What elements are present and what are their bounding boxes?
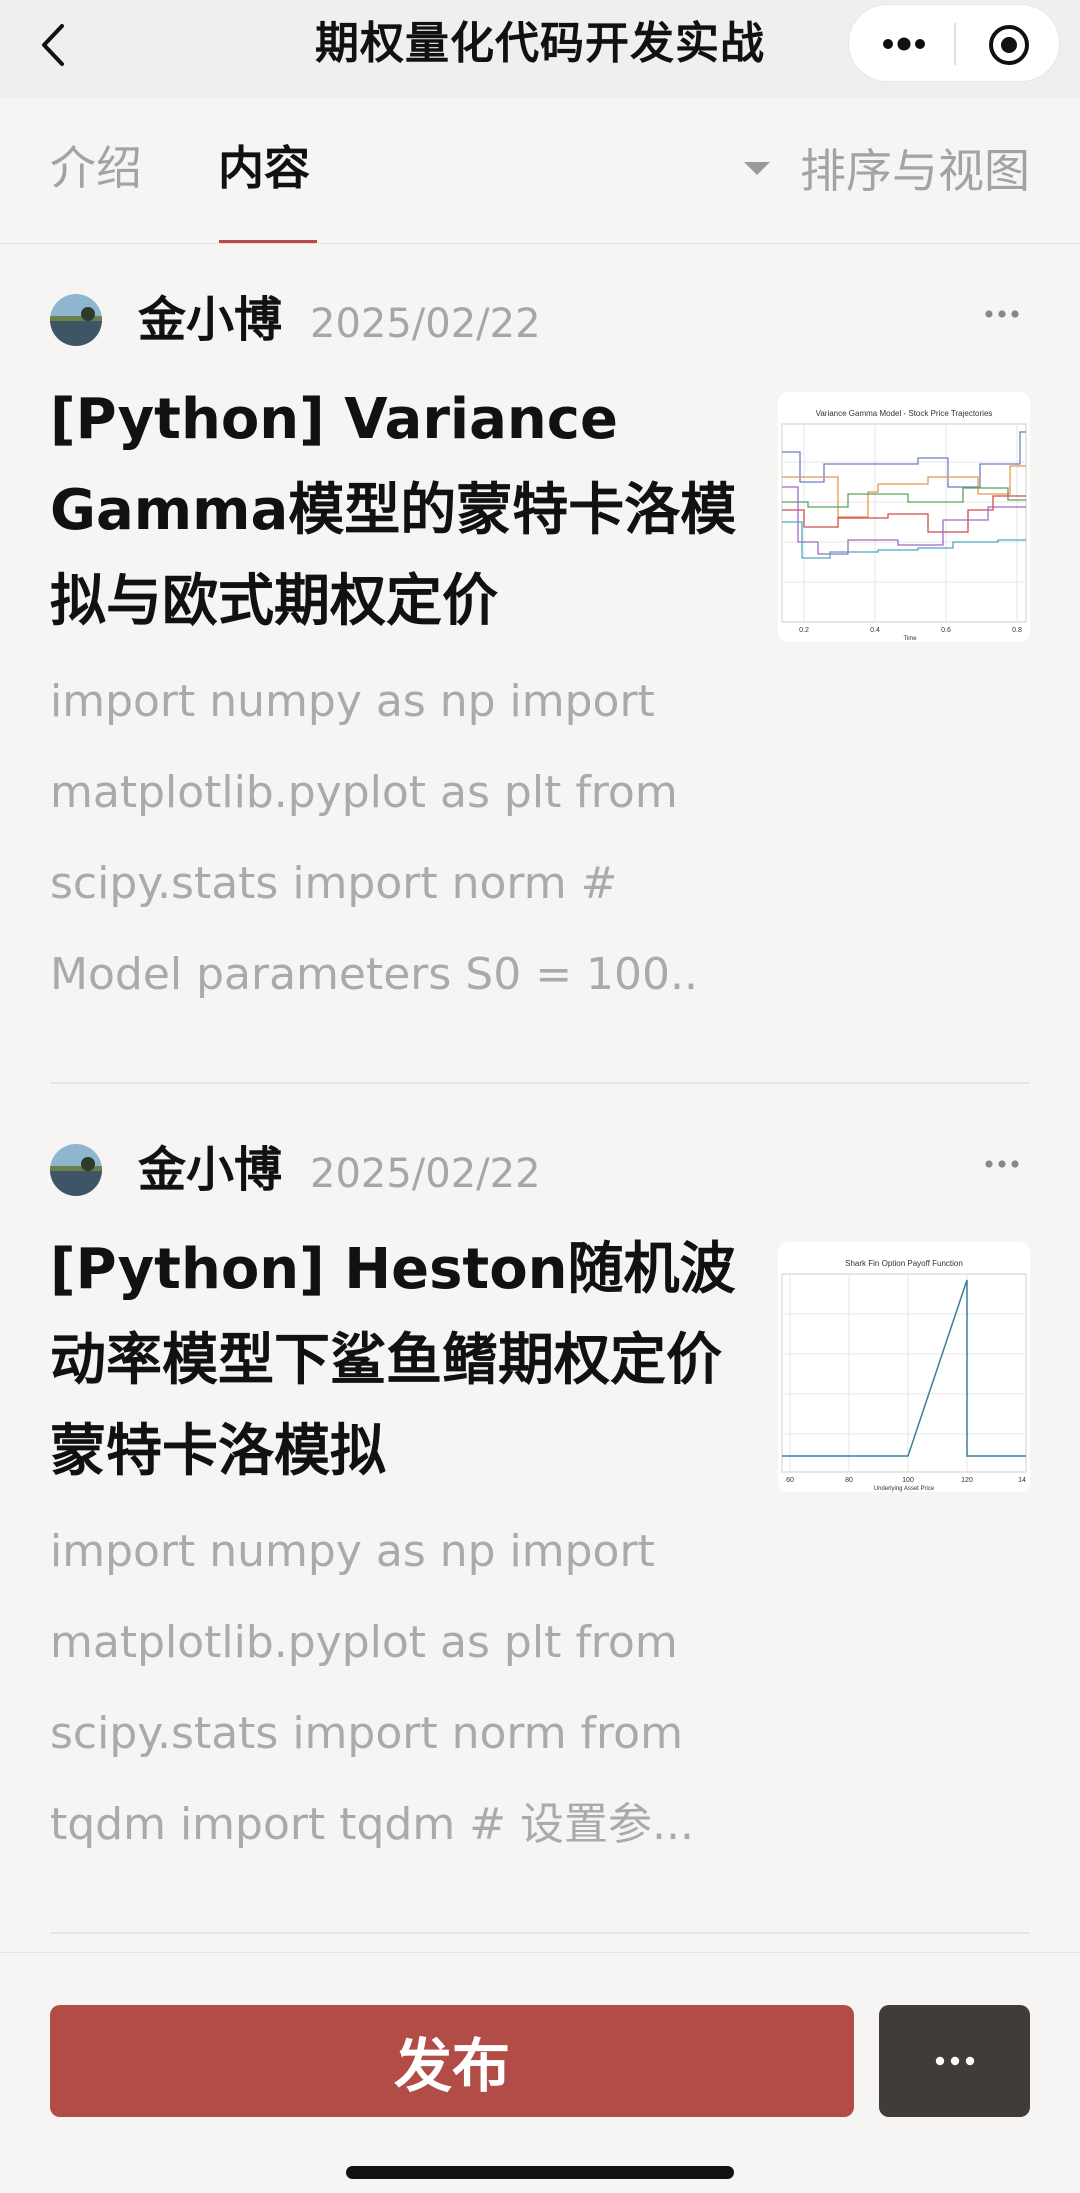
tab-bar: 介绍 内容 排序与视图	[0, 98, 1080, 244]
thumb-tick: 0.8	[1012, 627, 1022, 634]
article-more-icon[interactable]	[984, 306, 1020, 320]
close-target-icon[interactable]	[987, 23, 1031, 67]
author-name: 金小博	[138, 292, 283, 348]
tab-content[interactable]: 内容	[218, 138, 310, 198]
article-thumbnail[interactable]: Variance Gamma Model - Stock Price Traje…	[778, 392, 1030, 642]
more-dots-icon	[935, 2056, 974, 2066]
publish-date: 2025/02/22	[310, 1151, 541, 1197]
avatar[interactable]	[50, 294, 102, 346]
active-tab-indicator	[219, 240, 317, 243]
more-button[interactable]	[879, 2005, 1030, 2117]
article-excerpt: import numpy as np import matplotlib.pyp…	[50, 1526, 694, 1850]
article-more-icon[interactable]	[984, 1156, 1020, 1170]
article-excerpt: import numpy as np import matplotlib.pyp…	[50, 676, 699, 1000]
author-name: 金小博	[138, 1142, 283, 1198]
publish-date: 2025/02/22	[310, 301, 541, 347]
thumb-xlabel: Underlying Asset Price	[874, 1486, 935, 1492]
thumb-title: Variance Gamma Model - Stock Price Traje…	[816, 409, 993, 418]
sort-view-label: 排序与视图	[800, 144, 1030, 198]
thumb-tick: 0.4	[870, 627, 880, 634]
article-divider	[50, 1932, 1030, 1934]
more-dots-icon[interactable]	[879, 27, 929, 61]
bottom-action-bar: 发布	[0, 1952, 1080, 2193]
article-thumbnail[interactable]: Shark Fin Option Payoff Function 60 80 1…	[778, 1242, 1030, 1492]
mini-program-capsule	[848, 4, 1060, 82]
thumb-tick: 80	[845, 1477, 853, 1484]
thumb-tick: 0.2	[799, 627, 809, 634]
capsule-divider	[954, 23, 956, 65]
thumb-title: Shark Fin Option Payoff Function	[845, 1259, 963, 1268]
article-divider	[50, 1082, 1030, 1084]
caret-down-icon	[744, 161, 770, 175]
sort-view-button[interactable]: 排序与视图	[744, 138, 1030, 198]
article-title[interactable]: [Python] Variance Gamma模型的蒙特卡洛模拟与欧式期权定价	[50, 374, 750, 647]
thumb-tick: 14	[1018, 1477, 1026, 1484]
avatar[interactable]	[50, 1144, 102, 1196]
thumb-tick: 60	[786, 1477, 794, 1484]
top-bar: 期权量化代码开发实战	[0, 0, 1080, 98]
tab-intro[interactable]: 介绍	[50, 138, 142, 198]
thumb-xlabel: Time	[903, 636, 917, 642]
thumb-tick: 100	[902, 1477, 914, 1484]
thumb-tick: 0.6	[941, 627, 951, 634]
article-title[interactable]: [Python] Heston随机波动率模型下鲨鱼鳍期权定价蒙特卡洛模拟	[50, 1224, 750, 1497]
home-indicator	[346, 2166, 734, 2179]
thumb-tick: 120	[961, 1477, 973, 1484]
publish-button[interactable]: 发布	[50, 2005, 854, 2117]
